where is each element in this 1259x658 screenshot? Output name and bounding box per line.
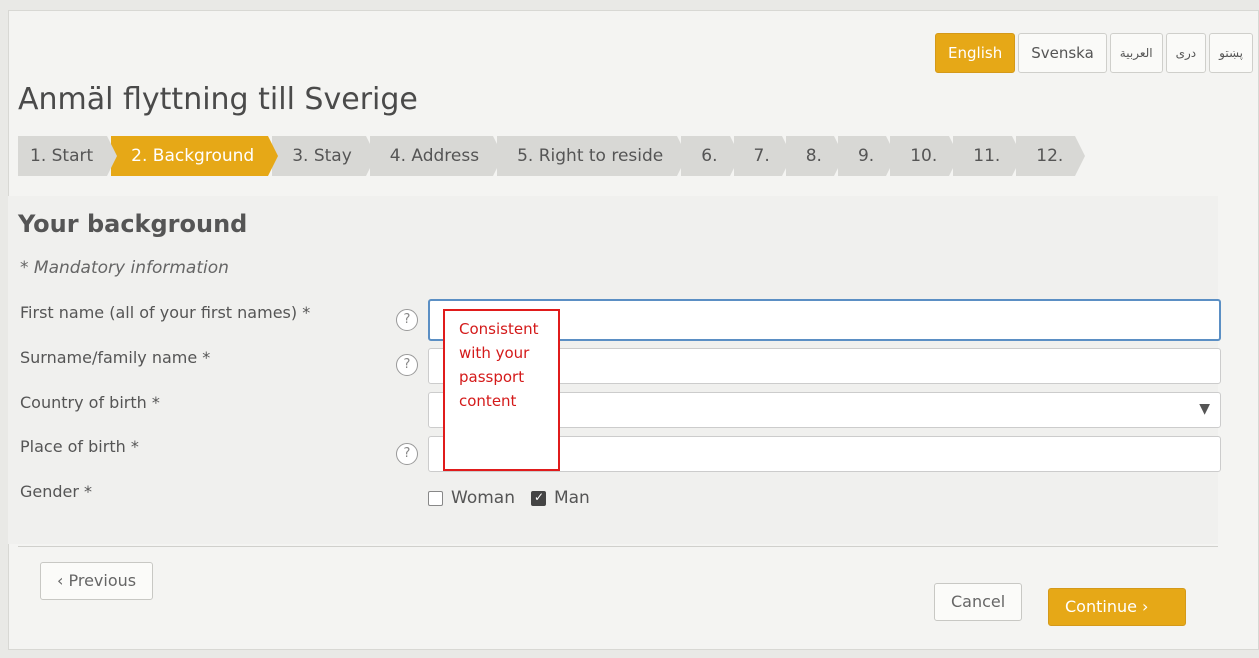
previous-button[interactable]: ‹ Previous: [40, 562, 154, 600]
lang-dari-button[interactable]: دری: [1165, 33, 1207, 73]
gender-options: Woman Man: [428, 488, 590, 508]
lang-english-button[interactable]: English: [935, 33, 1016, 73]
step-address[interactable]: 4. Address: [369, 136, 504, 176]
section-title: Your background: [18, 210, 248, 238]
step-7[interactable]: 7.: [733, 136, 793, 176]
step-stay[interactable]: 3. Stay: [272, 136, 376, 176]
lang-svenska-button[interactable]: Svenska: [1018, 33, 1107, 73]
step-8[interactable]: 8.: [785, 136, 845, 176]
first-name-help-icon[interactable]: ?: [396, 309, 418, 331]
step-12[interactable]: 12.: [1016, 136, 1086, 176]
step-6[interactable]: 6.: [681, 136, 740, 176]
step-9[interactable]: 9.: [837, 136, 897, 176]
cancel-button[interactable]: Cancel: [934, 583, 1023, 621]
woman-checkbox[interactable]: [428, 490, 443, 506]
tooltip-note: Consistent with your passport content: [443, 309, 560, 471]
mandatory-note: * Mandatory information: [20, 258, 229, 278]
gender-label: Gender *: [20, 482, 93, 501]
step-start[interactable]: 1. Start: [18, 136, 118, 176]
step-background[interactable]: 2. Background: [111, 136, 279, 176]
lang-arabic-button[interactable]: العربية: [1109, 33, 1163, 73]
page-title: Anmäl flyttning till Sverige: [18, 82, 418, 117]
step-right-to-reside[interactable]: 5. Right to reside: [497, 136, 688, 176]
place-help-icon[interactable]: ?: [396, 443, 418, 465]
man-checkbox[interactable]: [530, 490, 546, 506]
step-tabs: 1. Start 2. Background 3. Stay 4. Addres…: [18, 136, 1086, 176]
step-11[interactable]: 11.: [953, 136, 1023, 176]
continue-button[interactable]: Continue ›: [1048, 588, 1186, 626]
lang-pashto-button[interactable]: پښتو: [1209, 33, 1253, 73]
chevron-down-icon: ▼: [1199, 401, 1210, 417]
language-bar: English Svenska العربية دری پښتو: [935, 33, 1253, 73]
step-10[interactable]: 10.: [890, 136, 960, 176]
place-label: Place of birth *: [20, 437, 139, 456]
man-label: Man: [553, 488, 590, 508]
divider: [18, 546, 1218, 547]
surname-help-icon[interactable]: ?: [396, 354, 418, 376]
woman-label: Woman: [451, 488, 515, 508]
first-name-label: First name (all of your first names) *: [20, 303, 311, 322]
surname-label: Surname/family name *: [20, 348, 211, 367]
country-label: Country of birth *: [20, 393, 160, 412]
